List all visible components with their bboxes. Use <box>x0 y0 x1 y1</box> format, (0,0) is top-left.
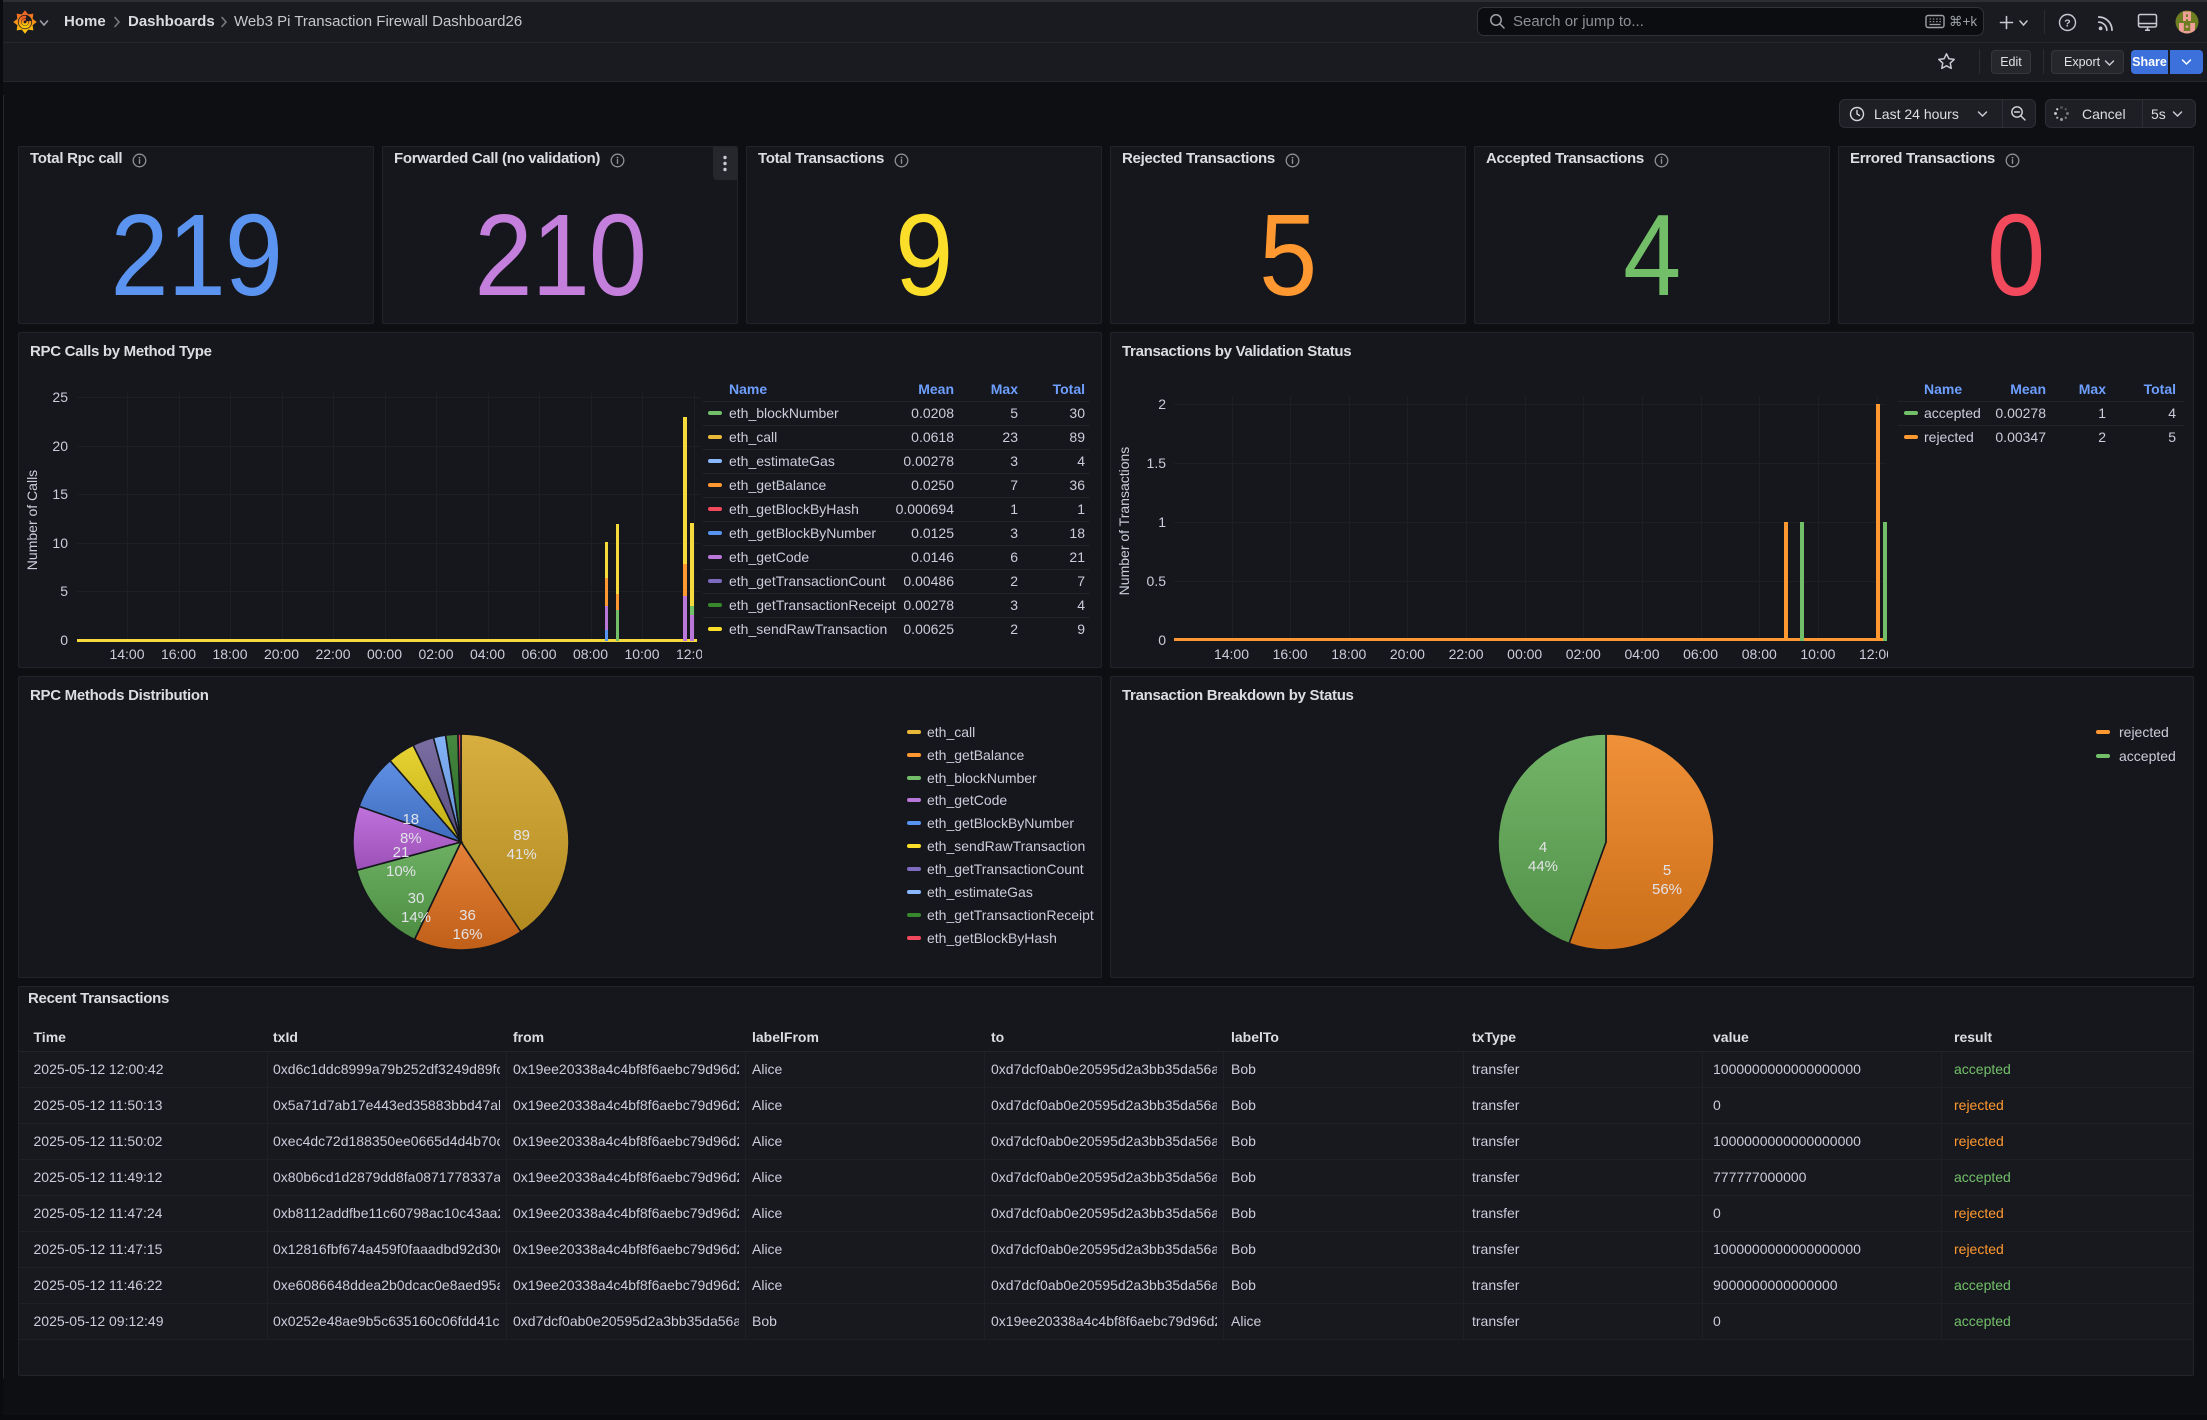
svg-text:?: ? <box>2064 17 2070 29</box>
